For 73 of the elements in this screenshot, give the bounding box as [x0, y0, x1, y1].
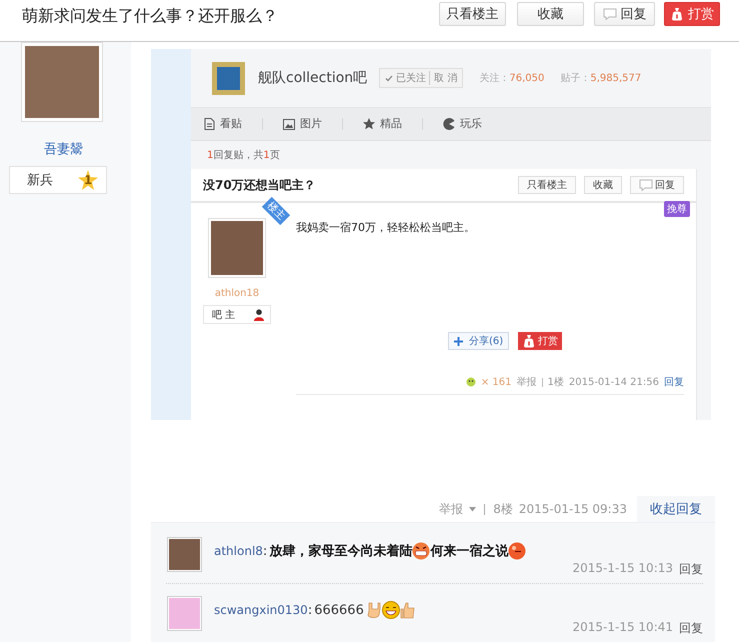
reply-button[interactable]: 回复: [630, 176, 684, 194]
person-icon: [254, 308, 264, 320]
grinning-face-icon: [412, 542, 430, 560]
toolbar-button[interactable]: 只看楼主: [439, 2, 506, 26]
reply-time: 2015-1-15 10:13: [572, 561, 673, 577]
collapse-replies-tab[interactable]: 收起回复: [637, 496, 715, 522]
forum-name: 舰队collection吧: [258, 69, 368, 87]
reward-button[interactable]: 打赏: [664, 2, 720, 26]
reply-text: 何来一宿之说: [430, 542, 508, 560]
toolbar-button[interactable]: 只看楼主: [518, 176, 576, 194]
avatar-picture: [208, 218, 266, 278]
colon-separator: :: [262, 544, 268, 558]
check-icon: [385, 74, 394, 82]
post-time: 2015-01-15 09:33: [518, 502, 627, 516]
share-button[interactable]: 分享(6): [448, 332, 510, 350]
stat-label: 贴子：: [560, 72, 590, 85]
stat-label: 关注：: [479, 72, 510, 85]
colon-separator: :: [308, 602, 312, 618]
page-info-text: 回复贴，共: [213, 148, 264, 162]
star-icon: [363, 118, 375, 130]
reply-time: 2015-1-15 10:41: [572, 620, 673, 636]
nav-tab[interactable]: 图片: [283, 118, 343, 130]
page-info-text: 页: [270, 149, 280, 162]
stat-value: 76,050: [509, 72, 544, 84]
post-text: 我妈卖一宿70万，轻轻松松当吧主。: [296, 220, 476, 235]
smiling-face-icon: [382, 601, 400, 619]
money-bag-icon: [670, 7, 684, 21]
reply-link[interactable]: 回复: [664, 375, 684, 389]
thread-title: 萌新求问发生了什么事？还开服么？: [22, 6, 278, 27]
round-face-icon: [508, 542, 526, 560]
username-link[interactable]: athlonl8: [214, 544, 263, 558]
nav-tab[interactable]: 看贴: [204, 118, 263, 130]
money-bag-icon: [522, 334, 536, 348]
picture-icon: [283, 118, 295, 130]
document-icon: [204, 118, 215, 130]
like-count: × 161: [480, 376, 512, 388]
followed-label: 已关注: [396, 72, 426, 85]
toolbar-button[interactable]: 收藏: [517, 2, 584, 26]
caret-icon: [469, 506, 476, 512]
hand-gesture-icon: [366, 601, 382, 619]
nav-tab[interactable]: 精品: [363, 118, 423, 130]
forum-logo-picture: [212, 62, 245, 94]
reply-link[interactable]: 回复: [679, 561, 703, 578]
reply-count: 1: [207, 150, 214, 160]
unfollow-link[interactable]: 取 消: [429, 71, 458, 85]
reply-text: 666666: [314, 602, 364, 618]
speech-bubble-icon: [602, 8, 616, 20]
follow-button[interactable]: 已关注 取 消: [379, 68, 464, 88]
reward-button[interactable]: 打赏: [518, 332, 562, 350]
floor-number: 1楼: [548, 376, 564, 389]
thumbs-up-icon: [400, 602, 416, 618]
nav-tab[interactable]: 玩乐: [443, 118, 502, 130]
avatar-picture: [167, 537, 202, 572]
reply-link[interactable]: 回复: [679, 620, 703, 637]
avatar-picture: [167, 596, 202, 631]
page-count: 1: [263, 150, 270, 160]
role-label: 吧 主: [212, 308, 236, 322]
post-title: 没70万还想当吧主？: [203, 176, 316, 194]
reply-button[interactable]: 回复: [594, 2, 655, 26]
floor-number: 8楼: [493, 500, 513, 518]
toolbar-button[interactable]: 收藏: [584, 176, 622, 194]
pacman-icon: [443, 118, 455, 130]
username-link[interactable]: scwangxin0130: [214, 603, 308, 617]
stat-value: 5,985,577: [590, 72, 642, 84]
plus-icon: [454, 336, 463, 346]
reply-text: 放肆，家母至今尚未着陆: [269, 542, 412, 560]
promote-badge[interactable]: 挽尊: [664, 201, 690, 217]
rank-label: 新兵: [27, 172, 53, 189]
speech-bubble-icon: [639, 179, 653, 191]
post-time: 2015-01-14 21:56: [568, 376, 659, 388]
emoticon-icon: [466, 377, 476, 387]
level-star-badge: 1: [78, 170, 98, 190]
username-link[interactable]: 吾妻鬶: [44, 140, 83, 158]
